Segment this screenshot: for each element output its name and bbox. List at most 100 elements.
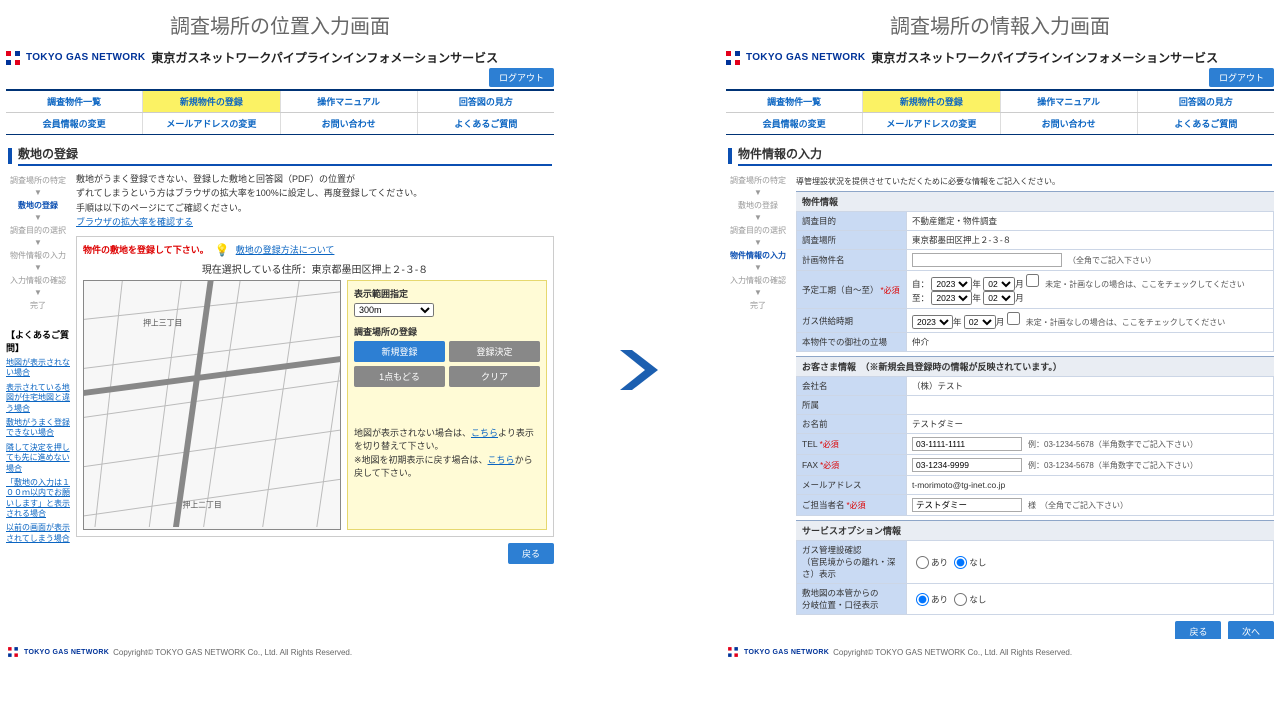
period-to-month[interactable]: 02 — [983, 291, 1015, 305]
gas-undecided-checkbox[interactable] — [1007, 312, 1020, 325]
svg-text:押上二丁目: 押上二丁目 — [182, 499, 221, 509]
period-to-year[interactable]: 2023 — [931, 291, 972, 305]
desc-line: 手順は以下のページにてご確認ください。 — [76, 203, 247, 213]
gas-month[interactable]: 02 — [964, 315, 996, 329]
copyright: Copyright© TOKYO GAS NETWORK Co., Ltd. A… — [113, 648, 352, 657]
map-canvas[interactable]: 押上三丁目 押上二丁目 — [83, 280, 341, 530]
gas-year[interactable]: 2023 — [912, 315, 953, 329]
nav-register[interactable]: 新規物件の登録 — [863, 91, 1000, 112]
map-reset-link[interactable]: こちら — [488, 455, 515, 465]
purpose-value: 不動産鑑定・物件調査 — [907, 212, 1274, 231]
current-address: 現在選択している住所：東京都墨田区押上２-３-８ — [83, 261, 547, 276]
nav-manual[interactable]: 操作マニュアル — [281, 91, 418, 112]
desc-line: 敷地がうまく登録できない、登録した敷地と回答図（PDF）の位置が — [76, 174, 355, 184]
step-4: 物件情報の入力 — [6, 247, 70, 264]
back-button[interactable]: 戻る — [508, 543, 554, 564]
step-5: 入力情報の確認 — [6, 272, 70, 289]
step-6: 完了 — [6, 297, 70, 314]
clear-button[interactable]: クリア — [449, 366, 540, 387]
register-warning: 物件の敷地を登録して下さい。 — [83, 243, 209, 256]
nav-faq[interactable]: よくあるご質問 — [1138, 113, 1274, 134]
period-from-month[interactable]: 02 — [983, 277, 1015, 291]
main-nav: 調査物件一覧 新規物件の登録 操作マニュアル 回答図の見方 会員情報の変更 メー… — [6, 89, 554, 135]
contact-input[interactable] — [912, 498, 1022, 512]
zoom-help-link[interactable]: ブラウザの拡大率を確認する — [76, 217, 193, 227]
map-switch-link[interactable]: こちら — [471, 428, 498, 438]
nav-mail[interactable]: メールアドレスの変更 — [143, 113, 280, 134]
fix-register-button[interactable]: 登録決定 — [449, 341, 540, 362]
dept-value — [907, 396, 1274, 415]
main-nav: 調査物件一覧 新規物件の登録 操作マニュアル 回答図の見方 会員情報の変更 メー… — [726, 89, 1274, 135]
undo-button[interactable]: 1点もどる — [354, 366, 445, 387]
nav-manual[interactable]: 操作マニュアル — [1001, 91, 1138, 112]
faq-heading: 【よくあるご質問】 — [6, 328, 70, 354]
faq-item[interactable]: 「敷地の入力は１００ｍ以内でお願いします」と表示される場合 — [6, 478, 70, 520]
opt2-yes-radio[interactable] — [916, 593, 929, 606]
company-value: （株）テスト — [907, 377, 1274, 396]
faq-item[interactable]: 表示されている地図が住宅地図と違う場合 — [6, 383, 70, 414]
map-control-panel: 表示範囲指定 300m 調査場所の登録 新規登録 登録決定 1点もどる クリア — [347, 280, 547, 530]
period-undecided-checkbox[interactable] — [1026, 274, 1039, 287]
nav-faq[interactable]: よくあるご質問 — [418, 113, 554, 134]
logo-icon — [726, 51, 740, 65]
nav-member[interactable]: 会員情報の変更 — [6, 113, 143, 134]
faq-item[interactable]: 以前の画面が表示されてしまう場合 — [6, 523, 70, 544]
caption-right: 調査場所の情報入力画面 — [720, 0, 1280, 45]
new-register-button[interactable]: 新規登録 — [354, 341, 445, 362]
nav-mail[interactable]: メールアドレスの変更 — [863, 113, 1000, 134]
arrow-icon — [610, 340, 670, 400]
register-help-link[interactable]: 敷地の登録方法について — [236, 243, 335, 256]
logo-icon — [6, 51, 20, 65]
step-sidebar: 調査場所の特定▼ 敷地の登録▼ 調査目的の選択▼ 物件情報の入力▼ 入力情報の確… — [726, 172, 790, 639]
faq-item[interactable]: 敷地がうまく登録できない場合 — [6, 418, 70, 439]
page-title: 物件情報の入力 — [738, 145, 1272, 166]
page-title: 敷地の登録 — [18, 145, 552, 166]
nav-contact[interactable]: お問い合わせ — [281, 113, 418, 134]
logo-icon — [8, 647, 18, 657]
copyright: Copyright© TOKYO GAS NETWORK Co., Ltd. A… — [833, 648, 1072, 657]
back-button[interactable]: 戻る — [1175, 621, 1221, 639]
step-sidebar: 調査場所の特定▼ 敷地の登録▼ 調査目的の選択▼ 物件情報の入力▼ 入力情報の確… — [6, 172, 70, 639]
svg-text:押上三丁目: 押上三丁目 — [143, 317, 182, 327]
nav-list[interactable]: 調査物件一覧 — [726, 91, 863, 112]
register-label: 調査場所の登録 — [354, 325, 540, 338]
section-property: 物件情報 — [796, 191, 1274, 211]
faq-item[interactable]: 地図が表示されない場合 — [6, 358, 70, 379]
faq-item[interactable]: 隣して決定を押しても先に進めない場合 — [6, 443, 70, 474]
bulb-icon: 💡 — [215, 243, 230, 257]
nav-register[interactable]: 新規物件の登録 — [143, 91, 280, 112]
logo-icon — [728, 647, 738, 657]
brand-name: TOKYO GAS NETWORK — [746, 52, 865, 63]
service-title: 東京ガスネットワークパイプラインインフォメーションサービス — [151, 49, 498, 66]
range-select[interactable]: 300m — [354, 303, 434, 317]
logout-button[interactable]: ログアウト — [1209, 68, 1274, 87]
step-1: 調査場所の特定 — [6, 172, 70, 189]
range-label: 表示範囲指定 — [354, 287, 540, 300]
name-value: テストダミー — [907, 415, 1274, 434]
opt2-no-radio[interactable] — [954, 593, 967, 606]
nav-answer[interactable]: 回答図の見方 — [418, 91, 554, 112]
form-intro: 導管埋設状況を提供させていただくために必要な情報をご記入ください。 — [796, 176, 1274, 187]
tel-input[interactable] — [912, 437, 1022, 451]
service-title: 東京ガスネットワークパイプラインインフォメーションサービス — [871, 49, 1218, 66]
opt1-no-radio[interactable] — [954, 556, 967, 569]
role-value: 仲介 — [907, 333, 1274, 352]
step-3: 調査目的の選択 — [6, 222, 70, 239]
property-name-input[interactable] — [912, 253, 1062, 267]
nav-member[interactable]: 会員情報の変更 — [726, 113, 863, 134]
step-2: 敷地の登録 — [6, 197, 70, 214]
caption-left: 調査場所の位置入力画面 — [0, 0, 560, 45]
next-button[interactable]: 次へ — [1228, 621, 1274, 639]
nav-contact[interactable]: お問い合わせ — [1001, 113, 1138, 134]
nav-list[interactable]: 調査物件一覧 — [6, 91, 143, 112]
nav-answer[interactable]: 回答図の見方 — [1138, 91, 1274, 112]
fax-input[interactable] — [912, 458, 1022, 472]
section-customer: お客さま情報 （※新規会員登録時の情報が反映されています。） — [796, 356, 1274, 376]
section-option: サービスオプション情報 — [796, 520, 1274, 540]
period-from-year[interactable]: 2023 — [931, 277, 972, 291]
brand-name: TOKYO GAS NETWORK — [26, 52, 145, 63]
place-value: 東京都墨田区押上２-３-８ — [907, 231, 1274, 250]
logout-button[interactable]: ログアウト — [489, 68, 554, 87]
opt1-yes-radio[interactable] — [916, 556, 929, 569]
desc-line: ずれてしまうという方はブラウザの拡大率を100%に設定し、再度登録してください。 — [76, 188, 422, 198]
